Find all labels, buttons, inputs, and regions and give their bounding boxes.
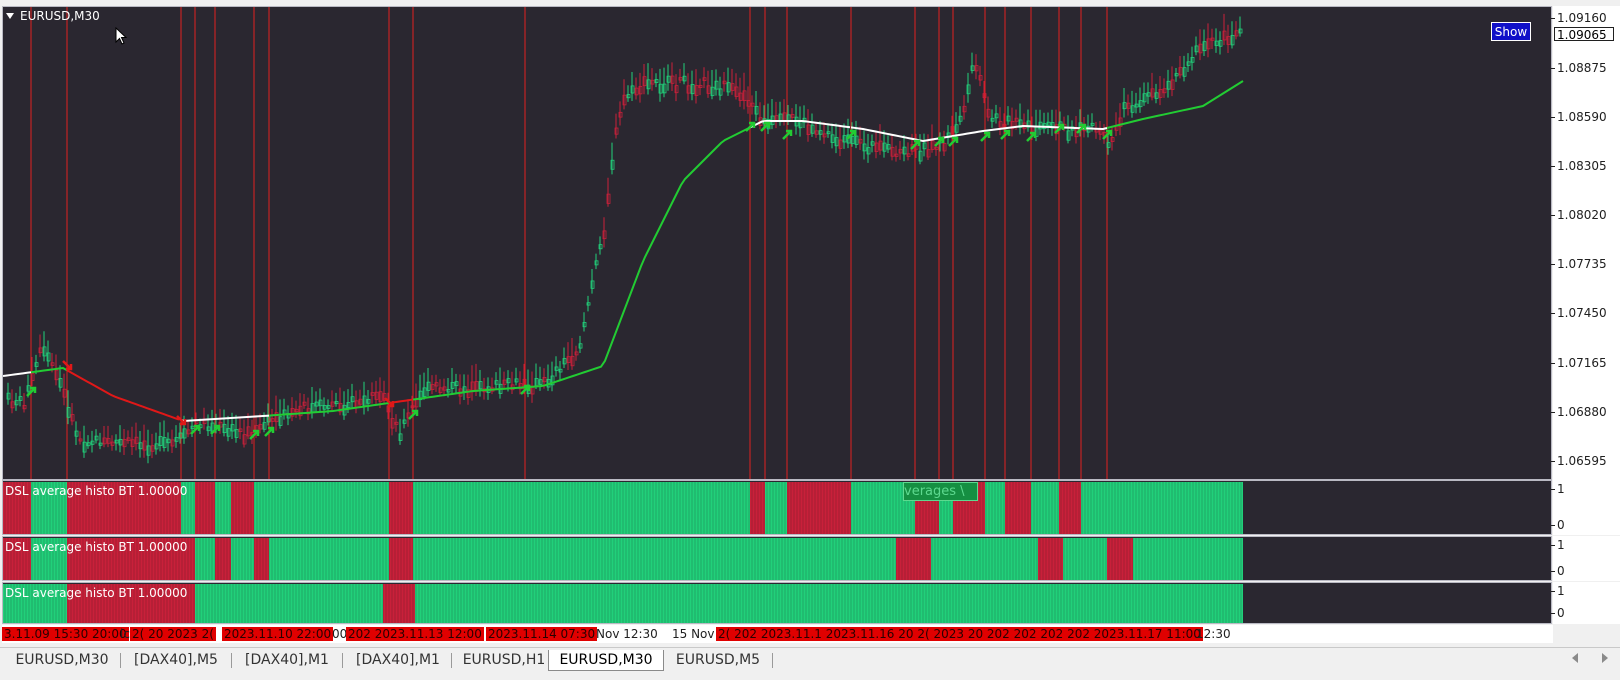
indicator-scale-1: 1 0 [1551,480,1620,535]
tab-separator [451,653,452,668]
tab-dax40-m1-2[interactable]: [DAX40],M1 [346,650,450,671]
tab-separator [772,653,773,668]
price-tick: 1.08590 [1551,110,1607,124]
indicator-scale-3: 1 0 [1551,582,1620,624]
tab-eurusd-m30-active[interactable]: EURUSD,M30 [548,650,664,671]
indicator-tick: 0 [1551,606,1565,620]
indicator-scale-2: 1 0 [1551,536,1620,581]
histogram-block [195,584,383,623]
price-tick: 1.09160 [1551,11,1607,25]
price-tick: 1.06880 [1551,405,1607,419]
moving-average-line [1106,80,1244,129]
histogram-block [215,538,231,580]
time-label: lc [120,627,130,641]
indicator-histogram-1 [3,482,1243,534]
tab-eurusd-m30[interactable]: EURUSD,M30 [8,650,116,671]
tab-separator [231,653,232,668]
mouse-cursor-icon [115,27,128,45]
indicator-pane-3[interactable] [2,582,1552,624]
chart-tab-bar: EURUSD,M30 [DAX40],M5 [DAX40],M1 [DAX40]… [0,647,1620,672]
price-tick: 1.07450 [1551,306,1607,320]
time-label: Nov 12:30 [596,627,658,641]
collapse-icon[interactable] [6,13,14,19]
histogram-block [254,482,389,534]
current-price-label: 1.09065 [1554,27,1614,42]
price-tick: 1.06595 [1551,454,1607,468]
tab-eurusd-m5[interactable]: EURUSD,M5 [666,650,770,671]
time-label: 2023.11.14 07:30 [486,627,598,641]
time-label: 00 [332,627,348,641]
histogram-block [231,538,254,580]
histogram-block [1107,538,1133,580]
histogram-block [787,482,851,534]
terminal-window: EURUSD,M30 Show 1.09160 1.08875 1.08590 … [0,0,1620,680]
price-tick: 1.07735 [1551,257,1607,271]
chart-symbol-label: EURUSD,M30 [20,9,100,23]
price-chart-pane[interactable] [2,6,1552,480]
indicator-tick: 1 [1551,538,1565,552]
price-tick: 1.08875 [1551,61,1607,75]
histogram-block [1038,538,1063,580]
histogram-block [215,482,231,534]
time-label: 2( 20 2023 2( [130,627,216,641]
price-chart-canvas[interactable] [3,7,1552,480]
histogram-block [254,538,269,580]
histogram-block [1005,482,1031,534]
tab-dax40-m5[interactable]: [DAX40],M5 [124,650,228,671]
price-tick: 1.08305 [1551,159,1607,173]
moving-average-line [268,402,390,417]
indicator-tick: 1 [1551,482,1565,496]
tab-eurusd-h1[interactable]: EURUSD,H1 [455,650,553,671]
indicator-label: DSL average histo BT 1.00000 [5,540,188,554]
moving-average-line [3,371,32,377]
tab-separator [342,653,343,668]
indicator-histogram-3 [3,584,1243,623]
show-button[interactable]: Show [1491,22,1531,41]
indicator-pane-1[interactable] [2,480,1552,535]
indicator-tick: 1 [1551,584,1565,598]
indicator-pane-2[interactable] [2,536,1552,581]
indicator-histogram-2 [3,538,1243,580]
indicator-label: DSL average histo BT 1.00000 [5,484,188,498]
time-label: 3.11.09 15:30 20:00 [2,627,129,641]
indicator-tick: 0 [1551,564,1565,578]
scroll-right-icon[interactable] [1602,653,1608,663]
time-label: 12:30 [1196,627,1231,641]
moving-average-line [850,126,916,141]
tab-separator [120,653,121,668]
histogram-block [1133,538,1243,580]
histogram-block [413,482,750,534]
price-tick: 1.08020 [1551,208,1607,222]
time-label: 202 2023.11.13 12:00 [346,627,484,641]
moving-average-line [66,369,180,421]
price-tick: 1.07165 [1551,356,1607,370]
time-label: 2023.11.10 22:00 [222,627,334,641]
scroll-left-icon[interactable] [1572,653,1578,663]
histogram-block [231,482,254,534]
histogram-block [413,538,896,580]
price-scale: 1.09160 1.08875 1.08590 1.08305 1.08020 … [1551,6,1620,480]
tab-dax40-m1[interactable]: [DAX40],M1 [235,650,339,671]
time-label: 2( 202 2023.11.1 2023.11.16 20 2( 2023 2… [716,627,1203,641]
time-axis: 3.11.09 15:30 20:00 lc 2( 20 2023 2( 202… [2,625,1553,643]
averages-overlay-label: verages \ [903,482,978,501]
indicator-label: DSL average histo BT 1.00000 [5,586,188,600]
time-label: 15 Nov [672,627,715,641]
indicator-tick: 0 [1551,518,1565,532]
moving-average-line [412,127,750,401]
